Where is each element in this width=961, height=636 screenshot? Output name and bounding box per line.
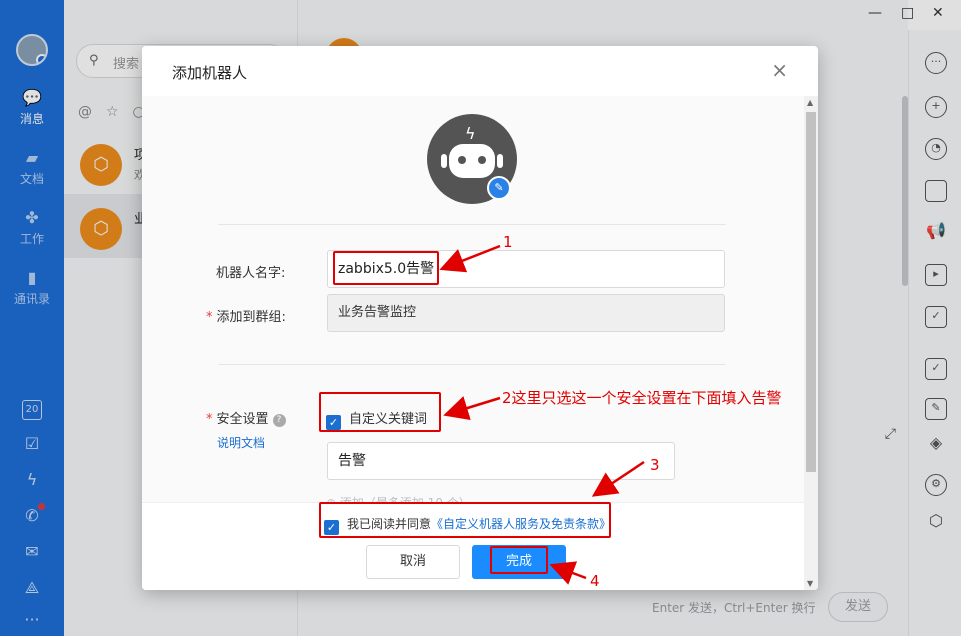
annotation-label-4: 4 bbox=[590, 572, 600, 590]
annotation-label-2: 2这里只选这一个安全设置在下面填入告警 bbox=[502, 389, 782, 407]
annotation-arrows bbox=[439, 244, 645, 585]
annotation-label-1: 1 bbox=[503, 233, 513, 251]
annotation-label-3: 3 bbox=[650, 456, 660, 474]
